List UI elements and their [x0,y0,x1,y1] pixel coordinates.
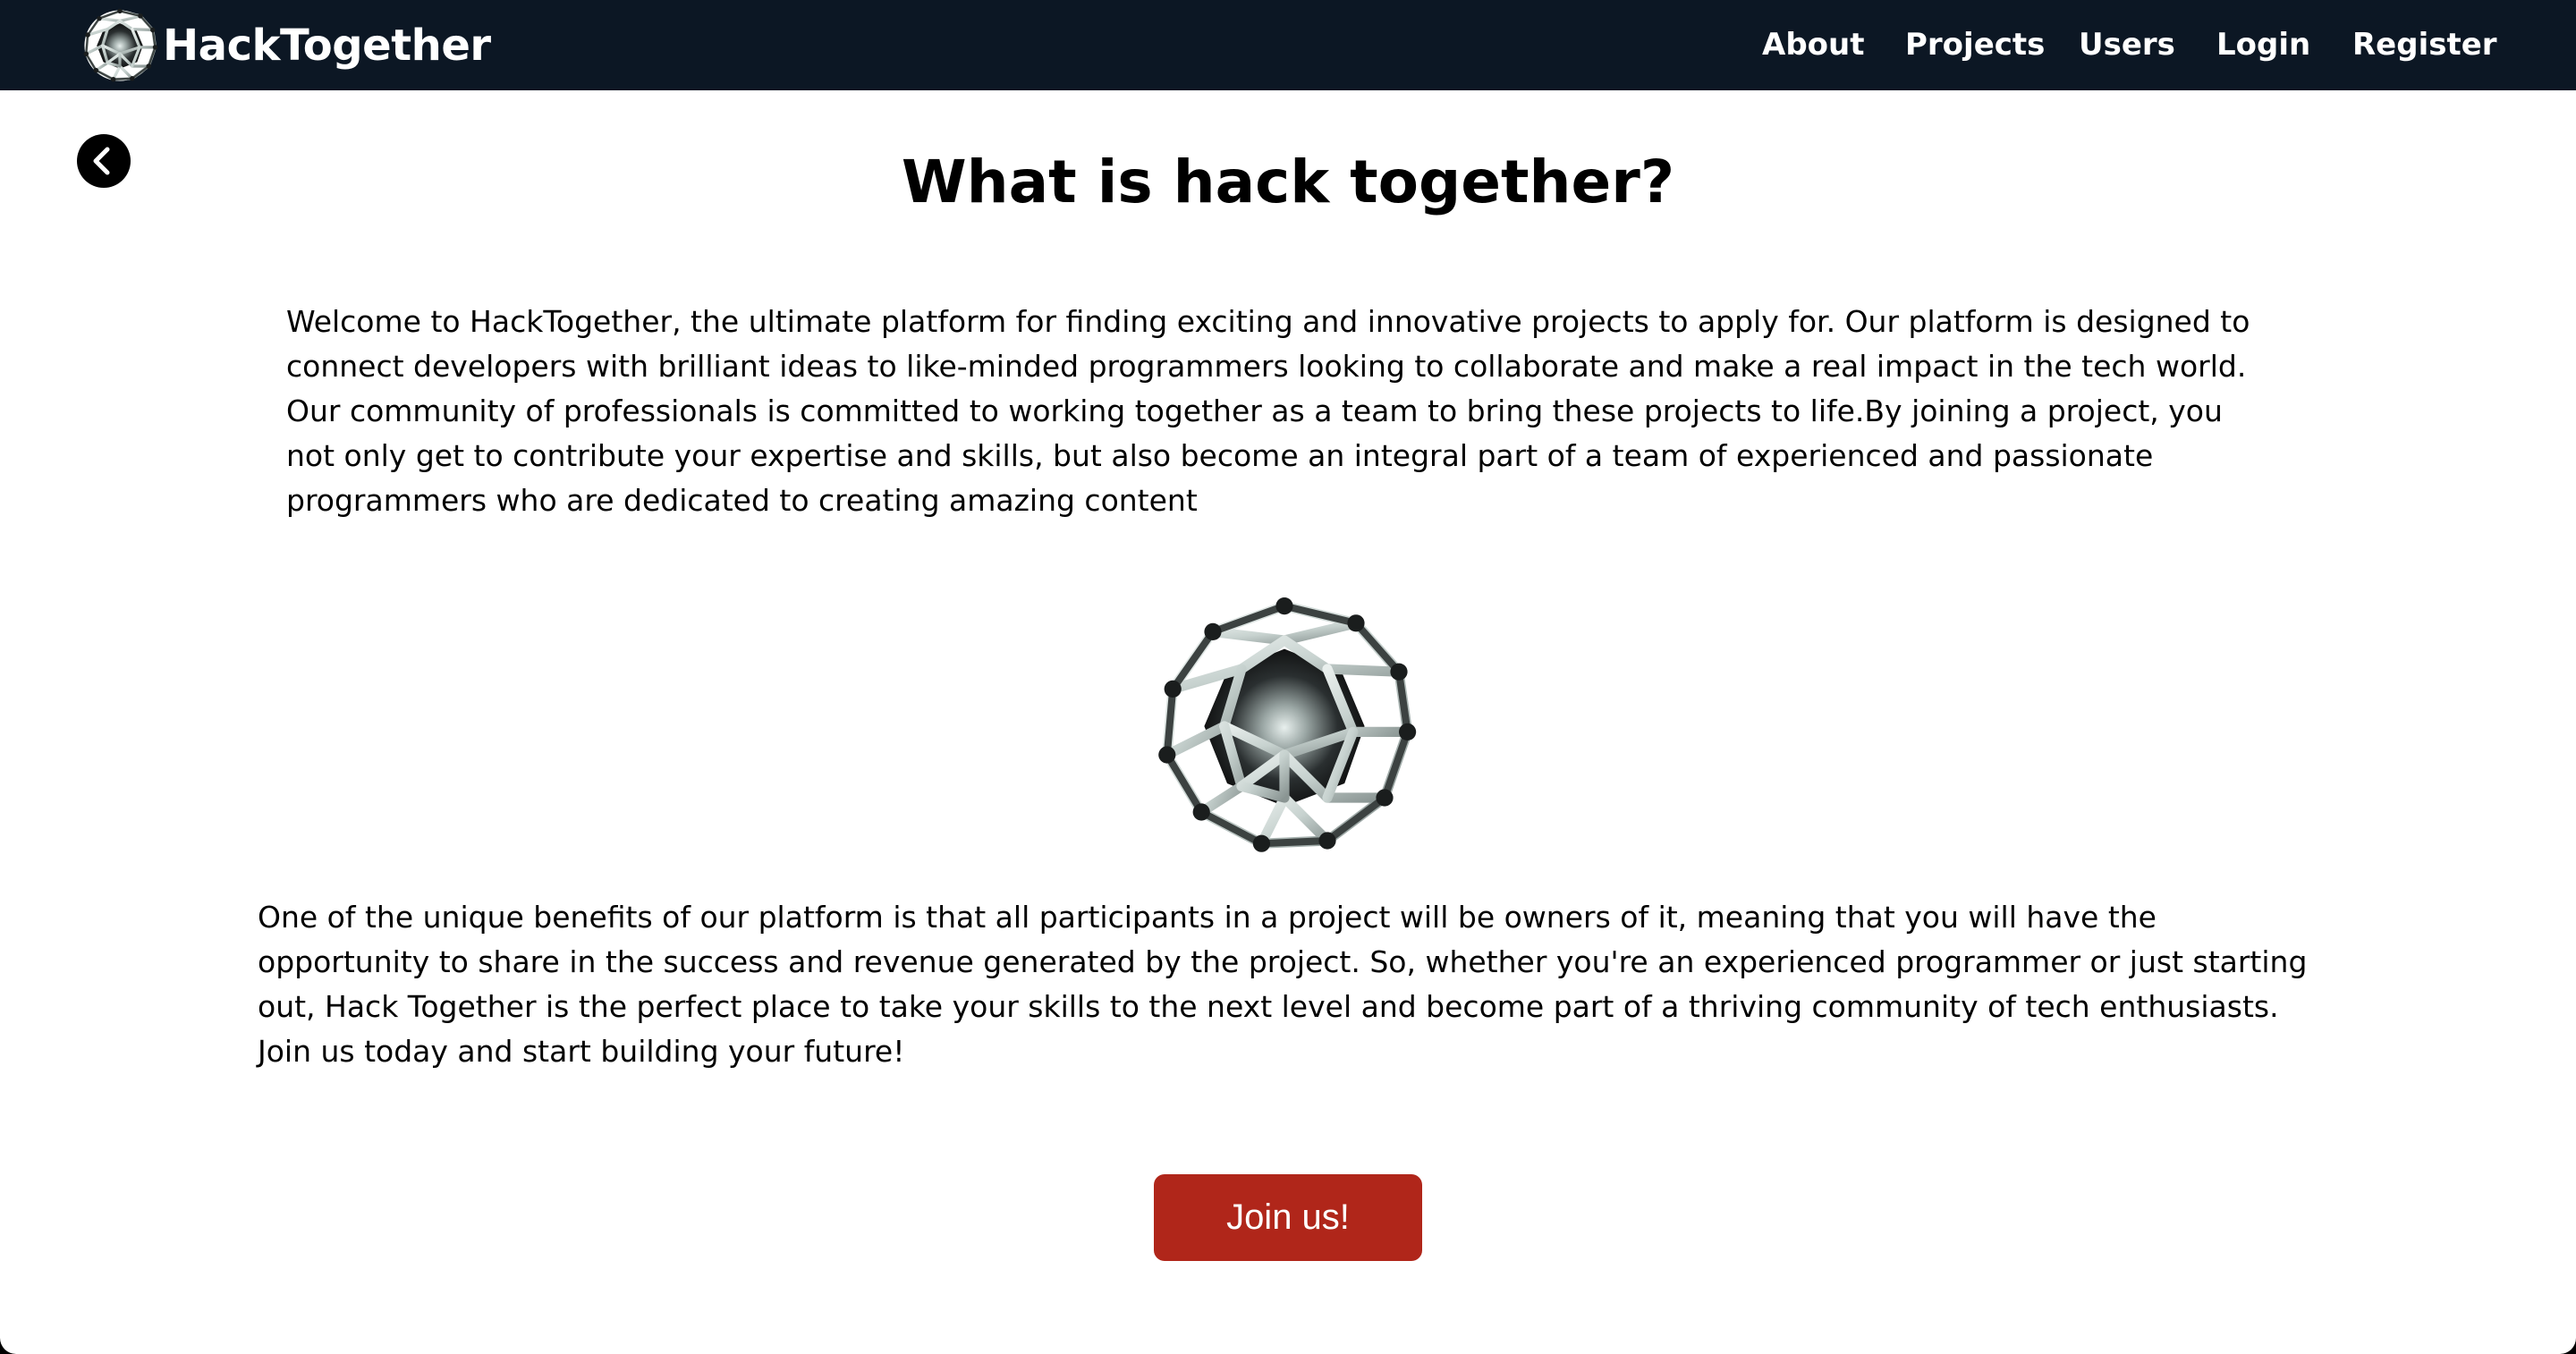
join-us-button[interactable]: Join us! [1154,1174,1422,1261]
benefits-paragraph: One of the unique benefits of our platfo… [258,900,2308,1069]
geodesic-sphere-illustration [1141,583,1428,869]
intro-paragraph: Welcome to HackTogether, the ultimate pl… [286,304,2250,518]
nav-link-about[interactable]: About [1762,25,1864,64]
page-title: What is hack together? [901,148,1675,216]
nav-link-projects[interactable]: Projects [1905,25,2045,64]
nav-link-register[interactable]: Register [2352,25,2497,64]
nav-link-login[interactable]: Login [2216,25,2310,64]
nav-links: About Projects Users Login Register [0,0,2576,90]
navbar: HackTogether About Projects Users Login … [0,0,2576,90]
nav-link-users[interactable]: Users [2079,25,2175,64]
page: HackTogether About Projects Users Login … [0,0,2576,1354]
